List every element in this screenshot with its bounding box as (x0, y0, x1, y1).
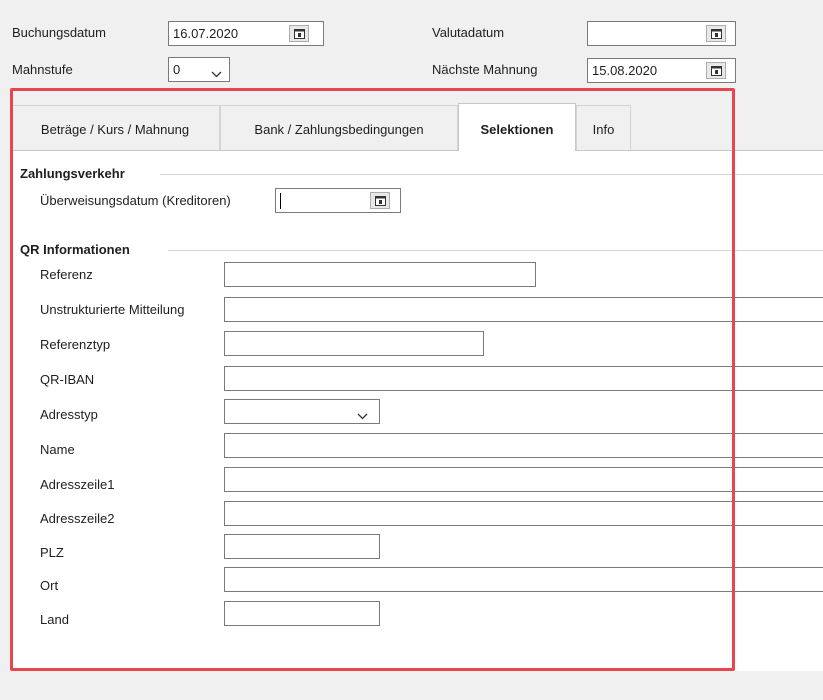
qr-informationen-group-title: QR Informationen (20, 242, 130, 257)
adresszeile1-label: Adresszeile1 (40, 477, 115, 492)
unstrukturierte-mitteilung-label: Unstrukturierte Mitteilung (40, 302, 185, 317)
qr-iban-label: QR-IBAN (40, 372, 95, 387)
text-cursor (280, 193, 281, 209)
adresszeile1-field[interactable] (224, 467, 823, 492)
group-divider (168, 250, 823, 251)
chevron-down-icon[interactable] (357, 408, 368, 423)
name-field[interactable] (224, 433, 823, 458)
land-label: Land (40, 612, 69, 627)
plz-label: PLZ (40, 545, 64, 560)
qr-iban-field[interactable] (224, 366, 823, 391)
adresstyp-label: Adresstyp (40, 407, 98, 422)
zahlungsverkehr-group-title: Zahlungsverkehr (20, 166, 125, 181)
unstrukturierte-mitteilung-field[interactable] (224, 297, 823, 322)
adresszeile2-label: Adresszeile2 (40, 511, 115, 526)
adresszeile2-field[interactable] (224, 501, 823, 526)
referenztyp-label: Referenztyp (40, 337, 111, 352)
referenz-label: Referenz (40, 267, 93, 282)
ueberweisungsdatum-field[interactable] (275, 188, 401, 213)
land-field[interactable] (224, 601, 380, 626)
ort-field[interactable] (224, 567, 823, 592)
ort-label: Ort (40, 578, 59, 593)
referenztyp-field[interactable] (224, 331, 484, 356)
plz-field[interactable] (224, 534, 380, 559)
ueberweisungsdatum-label: Überweisungsdatum (Kreditoren) (40, 193, 231, 208)
calendar-icon[interactable] (370, 192, 390, 209)
name-label: Name (40, 442, 75, 457)
group-divider (160, 174, 823, 175)
referenz-field[interactable] (224, 262, 536, 287)
adresstyp-select[interactable] (224, 399, 380, 424)
